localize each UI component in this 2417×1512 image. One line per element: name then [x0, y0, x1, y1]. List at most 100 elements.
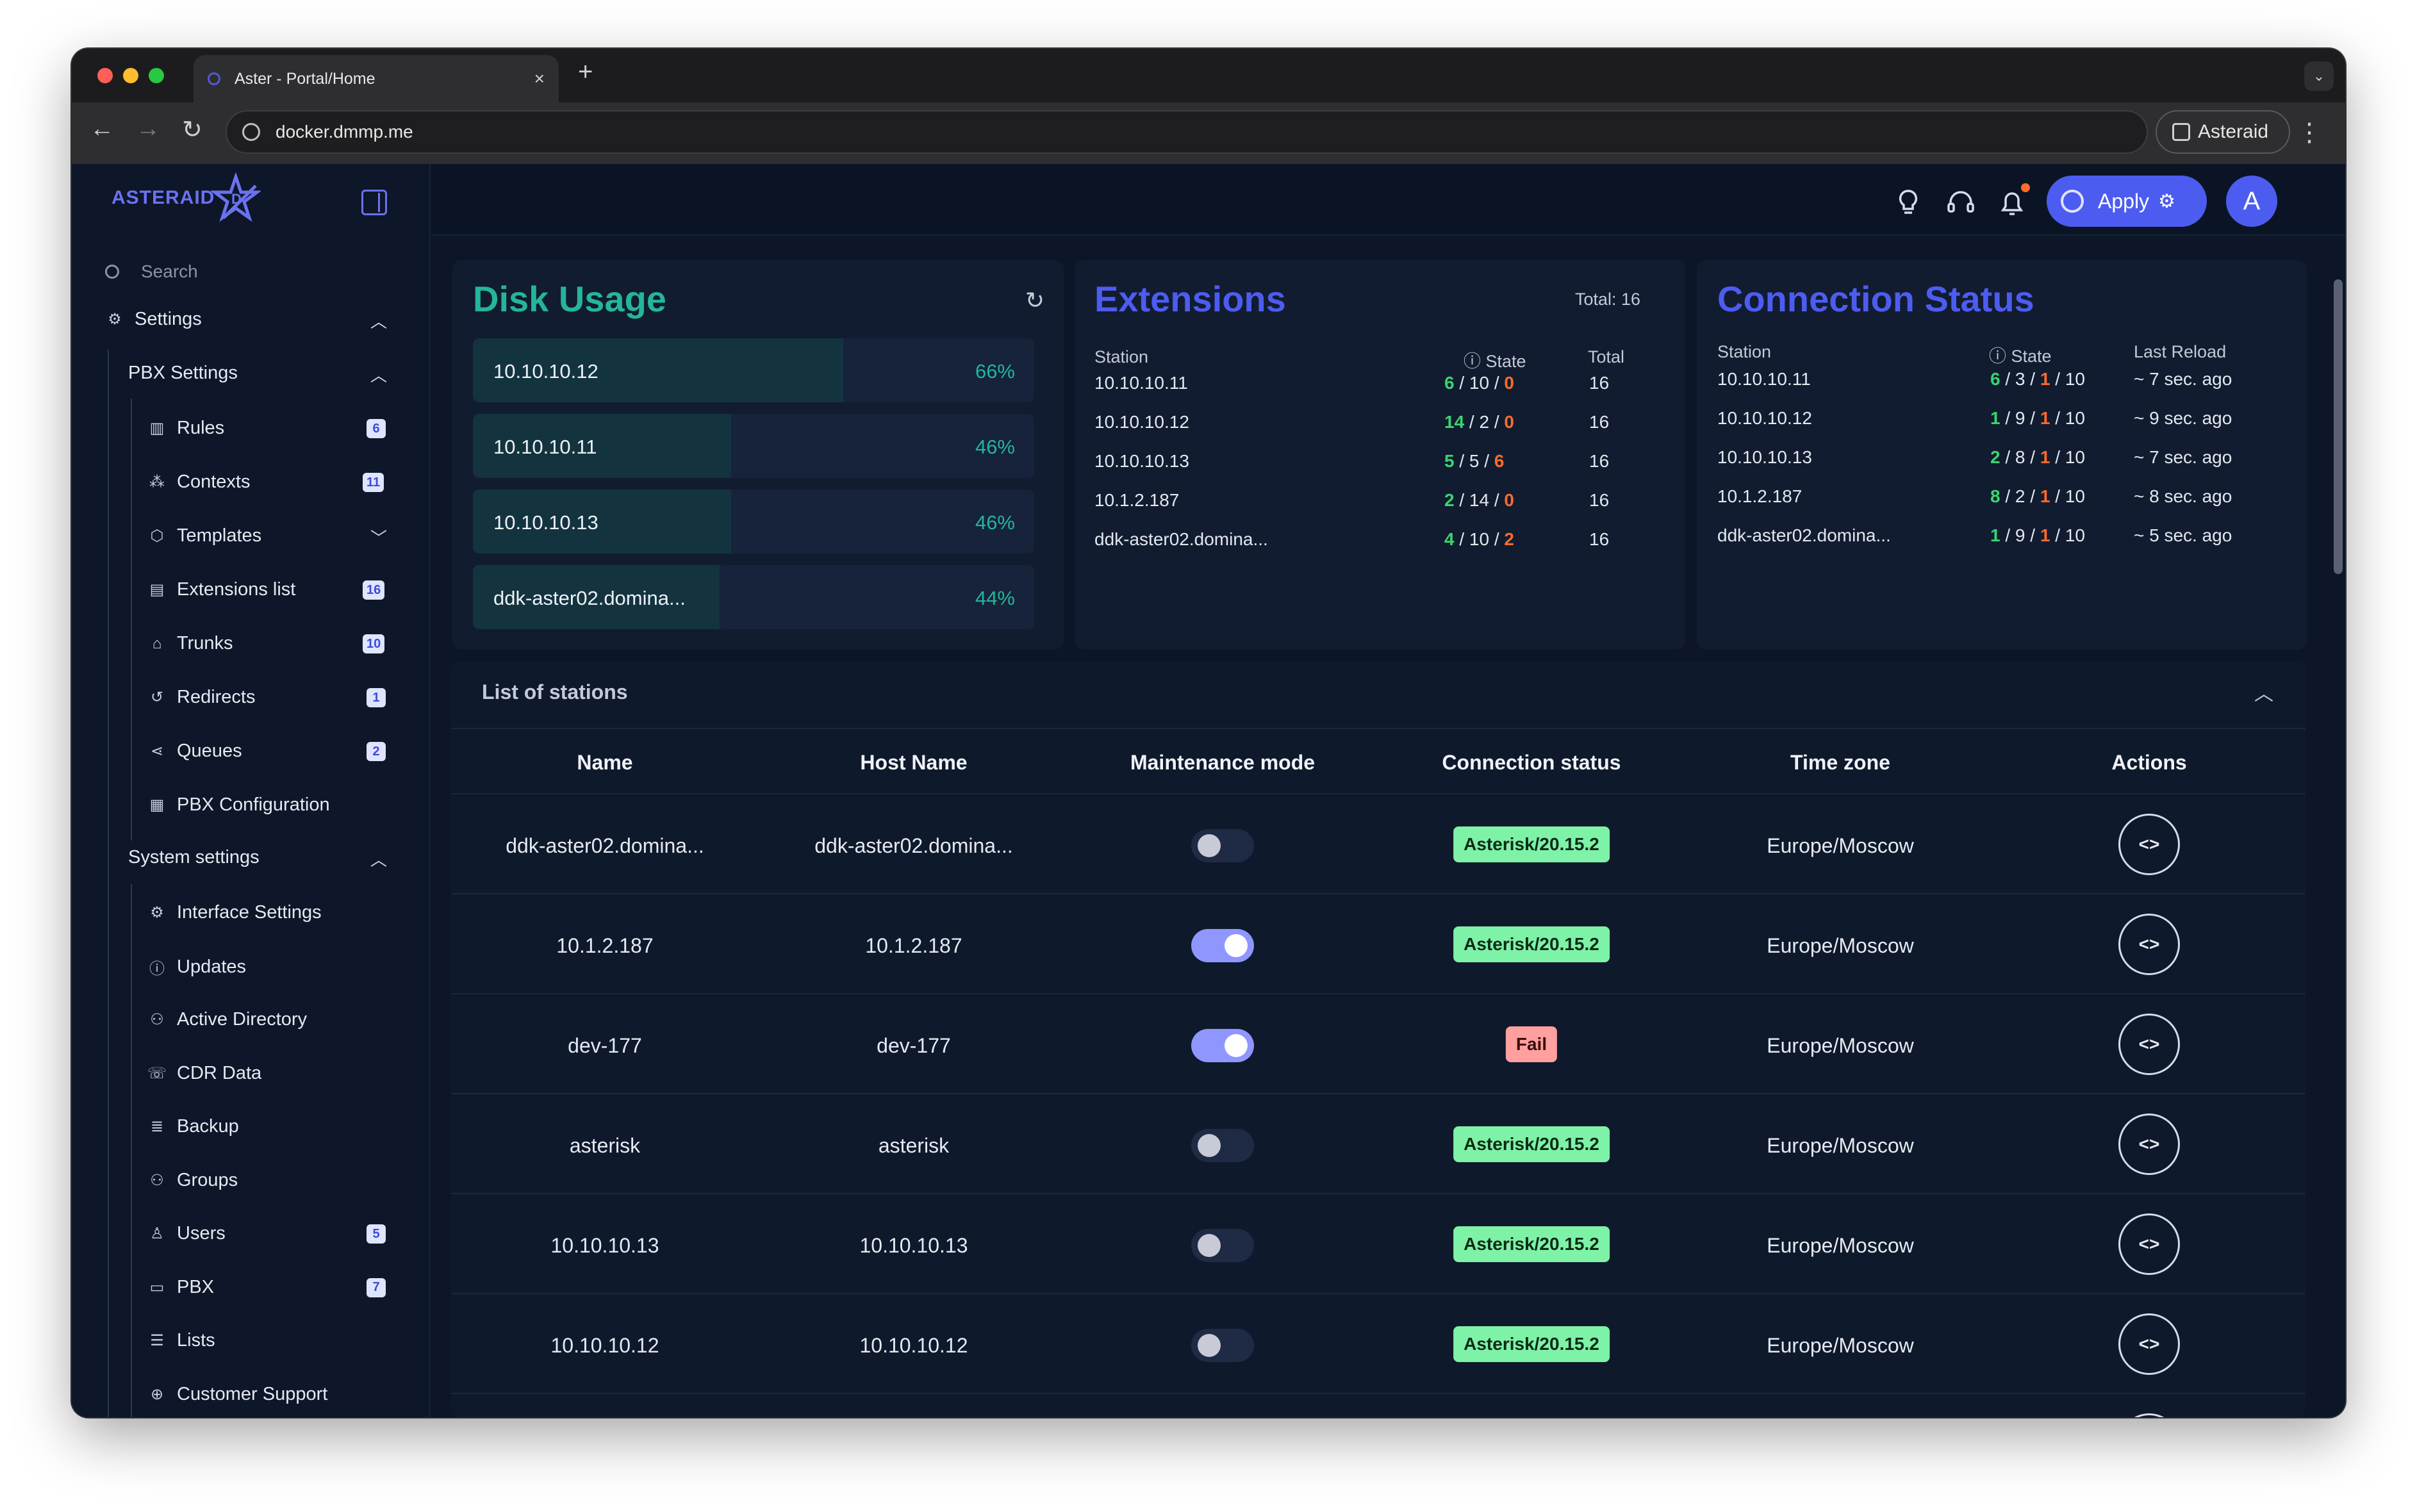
page-scrollbar[interactable] [2334, 279, 2343, 574]
site-info-icon[interactable] [242, 123, 260, 141]
sidebar-item-label: PBX [177, 1276, 215, 1297]
disk-usage-row: 10.10.10.12 66% [473, 338, 1034, 402]
headset-icon[interactable] [1945, 188, 1976, 223]
sidebar-item-active-directory[interactable]: ⚇ Active Directory [147, 1009, 307, 1030]
new-tab-button[interactable]: + [578, 58, 593, 86]
state-ok: 5 [1444, 451, 1455, 471]
sidebar-item-extensions-list[interactable]: ▤ Extensions list [147, 579, 296, 600]
sidebar-item-redirects[interactable]: ↺ Redirects [147, 687, 256, 708]
code-view-button[interactable]: <> [2118, 1313, 2180, 1375]
station-name[interactable]: dev-177 [568, 1034, 642, 1058]
sidebar-item-customer-support[interactable]: ⊕ Customer Support [147, 1384, 327, 1405]
state-warn: 0 [1504, 373, 1514, 393]
sidebar-item-lists[interactable]: ☰ Lists [147, 1330, 215, 1351]
state-total: 10 [2065, 408, 2085, 428]
th-actions: Actions [2111, 751, 2187, 774]
maintenance-toggle[interactable] [1191, 1029, 1254, 1062]
browser-tab[interactable]: Aster - Portal/Home × [194, 55, 559, 103]
ext-station: 10.10.10.12 [1094, 412, 1189, 432]
chevron-down-icon[interactable]: ﹀ [370, 525, 387, 549]
th-maintenance-mode[interactable]: Maintenance mode [1130, 751, 1315, 775]
disk-usage-card: Disk Usage ↻ 10.10.10.12 66% 10.10.10.11 46… [452, 260, 1064, 650]
tab-title: Aster - Portal/Home [235, 69, 375, 88]
station-name[interactable]: 10.10.10.12 [550, 1334, 659, 1358]
code-view-button[interactable]: <> [2118, 1113, 2180, 1175]
browser-menu-icon[interactable]: ⋮ [2297, 118, 2322, 147]
code-view-button[interactable]: <> [2118, 814, 2180, 875]
stations-title: List of stations [482, 680, 628, 703]
gear-icon: ⚙ [2158, 190, 2175, 212]
nav-system-settings[interactable]: System settings [128, 847, 260, 868]
globe-icon: ⊕ [150, 1385, 164, 1403]
minimize-window-button[interactable] [123, 68, 138, 83]
nav-settings[interactable]: ⚙ Settings [105, 309, 202, 330]
bar-chart-icon: ▥ [149, 420, 165, 437]
state-neutral: 14 [1469, 490, 1490, 510]
bell-icon[interactable] [1998, 188, 2026, 224]
chevron-up-icon[interactable]: ︿ [370, 309, 387, 333]
maintenance-toggle[interactable] [1191, 1229, 1254, 1262]
url-text: docker.dmmp.me [276, 122, 413, 142]
sidebar-item-rules[interactable]: ▥ Rules [147, 418, 225, 439]
sidebar-item-groups[interactable]: ⚇ Groups [147, 1170, 238, 1191]
tab-close-icon[interactable]: × [534, 69, 545, 89]
th-name[interactable]: Name [577, 751, 632, 775]
state-neutral: 9 [2015, 525, 2025, 545]
chevron-up-icon[interactable]: ︿ [2254, 678, 2273, 706]
sidebar-item-templates[interactable]: ⬡ Templates [147, 525, 262, 546]
forward-icon[interactable]: → [136, 115, 160, 143]
code-view-button[interactable]: <> [2118, 1014, 2180, 1075]
sidebar-item-pbx-configuration[interactable]: ▦ PBX Configuration [147, 794, 330, 816]
lightbulb-icon[interactable] [1895, 188, 1921, 223]
chevron-up-icon[interactable]: ︿ [370, 363, 387, 386]
sidebar-item-queues[interactable]: ⋖ Queues [147, 741, 242, 762]
sidebar-item-contexts[interactable]: ⁂ Contexts [147, 472, 250, 493]
reload-icon[interactable]: ↻ [182, 115, 202, 144]
maintenance-toggle[interactable] [1191, 829, 1254, 862]
sidebar-item-users[interactable]: ♙ Users [147, 1223, 226, 1244]
ext-station: 10.10.10.11 [1094, 373, 1188, 393]
ext-state: 4 / 10 / 2 [1444, 529, 1514, 549]
close-window-button[interactable] [97, 68, 113, 83]
code-view-button[interactable]: <> [2118, 914, 2180, 975]
sidebar-item-backup[interactable]: ≣ Backup [147, 1116, 239, 1137]
station-name[interactable]: 10.1.2.187 [556, 934, 653, 958]
sidebar-item-updates[interactable]: ⓘ Updates [147, 956, 246, 978]
status-badge: Asterisk/20.15.2 [1453, 1326, 1610, 1362]
sidebar-item-label: Active Directory [177, 1009, 308, 1030]
code-icon: <> [2138, 1234, 2160, 1254]
maintenance-toggle[interactable] [1191, 1129, 1254, 1162]
status-badge: Asterisk/20.15.2 [1453, 1126, 1610, 1162]
station-host: asterisk [878, 1134, 950, 1157]
station-name[interactable]: 10.10.10.13 [550, 1234, 659, 1258]
ext-total: 16 [1589, 451, 1610, 471]
station-name[interactable]: asterisk [570, 1134, 640, 1158]
profile-button[interactable]: Asteraid [2156, 110, 2290, 154]
tab-search-button[interactable]: ⌄ [2304, 62, 2334, 91]
state-ok: 1 [1990, 525, 2000, 545]
sidebar-search[interactable]: Search [105, 261, 198, 282]
nav-pbx-settings[interactable]: PBX Settings [128, 363, 238, 384]
chevron-up-icon[interactable]: ︿ [370, 847, 387, 871]
th-time-zone[interactable]: Time zone [1790, 751, 1890, 775]
refresh-icon[interactable]: ↻ [1025, 287, 1044, 314]
logo[interactable]: ASTERAID D [111, 173, 261, 223]
avatar[interactable]: A [2226, 176, 2277, 227]
code-view-button[interactable]: <> [2118, 1213, 2180, 1275]
back-icon[interactable]: ← [90, 115, 114, 143]
group-icon: ⚇ [150, 1171, 164, 1189]
url-field[interactable]: docker.dmmp.me [226, 110, 2148, 154]
th-host-name[interactable]: Host Name [860, 751, 967, 775]
th-connection-status[interactable]: Connection status [1442, 751, 1621, 775]
maintenance-toggle[interactable] [1191, 1329, 1254, 1362]
maintenance-toggle[interactable] [1191, 929, 1254, 962]
sidebar-item-pbx[interactable]: ▭ PBX [147, 1277, 214, 1298]
sidebar-collapse-button[interactable] [361, 190, 387, 215]
sidebar-item-interface-settings[interactable]: ⚙ Interface Settings [147, 902, 321, 923]
apply-button[interactable]: Apply ⚙ [2047, 176, 2207, 227]
station-name[interactable]: ddk-aster02.domina... [506, 834, 704, 858]
sidebar-item-trunks[interactable]: ⌂ Trunks [147, 633, 233, 654]
tree-line [108, 350, 109, 1417]
sidebar-item-cdr-data[interactable]: ☏ CDR Data [147, 1063, 261, 1084]
maximize-window-button[interactable] [149, 68, 164, 83]
